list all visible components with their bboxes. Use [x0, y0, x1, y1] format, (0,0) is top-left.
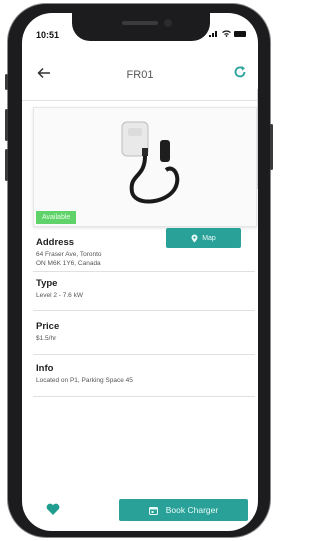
charger-illustration	[121, 121, 180, 204]
type-label: Type	[36, 278, 58, 289]
charger-image-card: Available	[33, 107, 257, 227]
map-button[interactable]: Map	[166, 228, 241, 248]
scrollbar[interactable]	[257, 89, 258, 189]
refresh-icon[interactable]	[233, 65, 247, 83]
app-screen: 10:51 FR01 Available Address 64 Fraser A…	[22, 13, 258, 531]
phone-mute-switch	[5, 74, 8, 90]
map-button-label: Map	[202, 234, 216, 242]
phone-volume-up	[5, 109, 8, 141]
battery-icon	[234, 30, 246, 37]
info-label: Info	[36, 363, 54, 374]
type-value: Level 2 - 7.6 kW	[36, 292, 83, 299]
info-section: Info Located on P1, Parking Space 45	[36, 363, 258, 385]
divider	[33, 271, 255, 272]
map-pin-icon	[191, 234, 198, 242]
price-label: Price	[36, 321, 60, 332]
book-charger-button[interactable]: Book Charger	[119, 499, 248, 521]
phone-notch	[72, 13, 210, 41]
page-title: FR01	[126, 69, 154, 81]
price-section: Price $1.5/hr	[36, 321, 258, 343]
address-line2: ON M6K 1Y6, Canada	[36, 260, 101, 267]
heart-icon[interactable]	[46, 503, 60, 521]
book-charger-label: Book Charger	[165, 505, 219, 515]
divider	[33, 310, 255, 311]
speaker	[122, 21, 158, 25]
phone-volume-down	[5, 149, 8, 181]
info-value: Located on P1, Parking Space 45	[36, 377, 133, 384]
phone-power-button	[270, 124, 273, 170]
signal-icon	[209, 31, 217, 37]
header-divider	[22, 100, 258, 101]
top-bar: FR01	[22, 63, 258, 89]
status-icons	[209, 30, 246, 37]
divider	[33, 396, 255, 397]
address-line1: 64 Fraser Ave, Toronto	[36, 251, 102, 258]
divider	[33, 354, 255, 355]
price-value: $1.5/hr	[36, 335, 57, 342]
wifi-icon	[222, 30, 231, 37]
type-section: Type Level 2 - 7.6 kW	[36, 278, 258, 300]
calendar-icon	[148, 506, 158, 515]
availability-badge: Available	[36, 211, 77, 224]
status-time: 10:51	[36, 30, 60, 40]
front-camera	[164, 19, 172, 27]
